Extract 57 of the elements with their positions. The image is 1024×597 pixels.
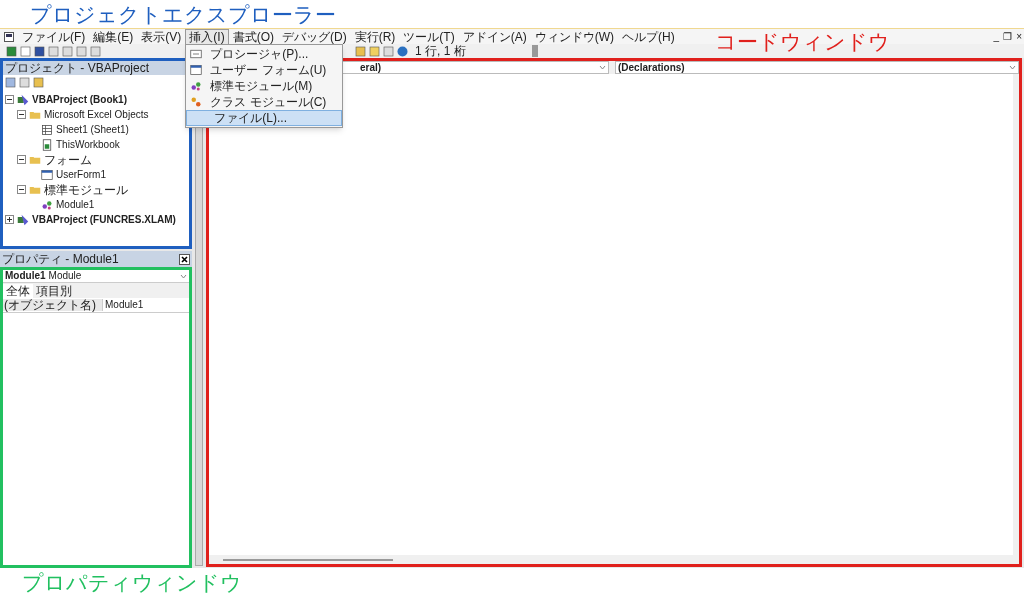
menu-item[interactable]: 書式(O) [228, 28, 278, 45]
window-control[interactable]: _ [991, 31, 1002, 42]
window-control[interactable]: × [1014, 31, 1024, 42]
property-value[interactable]: Module1 [103, 300, 144, 310]
close-icon[interactable] [179, 253, 190, 265]
procedure-dropdown[interactable]: (Declarations) [615, 61, 1019, 74]
module-icon [190, 79, 203, 92]
procedure-icon [190, 47, 203, 60]
menu-item[interactable]: ファイル(F) [18, 28, 90, 45]
class-icon [190, 95, 203, 108]
collapse-icon[interactable] [17, 185, 26, 194]
menu-option[interactable]: クラス モジュール(C) [186, 93, 343, 110]
horizontal-scrollbar[interactable] [209, 555, 1019, 564]
tree-item[interactable]: Module1 [56, 199, 95, 210]
properties-title: プロパティ - Module1 [2, 253, 119, 265]
menu-item[interactable]: ツール(T) [399, 28, 459, 45]
tree-item[interactable]: VBAProject (Book1) [32, 94, 127, 105]
object-name: Module1 [5, 271, 46, 281]
menu-item[interactable]: デバッグ(D) [278, 28, 351, 45]
menu-option[interactable]: ファイル(L)... [186, 109, 343, 126]
menu-item[interactable]: ヘルプ(H) [618, 28, 679, 45]
tree-item[interactable]: VBAProject (FUNCRES.XLAM) [32, 214, 176, 225]
object-type: Module [48, 271, 82, 281]
tree-item[interactable]: ThisWorkbook [56, 139, 120, 150]
property-name: (オブジェクト名) [3, 299, 103, 311]
menu-item[interactable]: 編集(E) [89, 28, 138, 45]
window-control[interactable]: ❐ [1001, 31, 1015, 42]
menu-item[interactable]: 実行(R) [350, 28, 400, 45]
workbook-icon [41, 138, 53, 151]
properties-tab[interactable]: 全体 [3, 284, 33, 298]
tree-item[interactable]: UserForm1 [56, 169, 106, 180]
annotation-label: プロパティウィンドウ [22, 572, 242, 593]
annotation-label: プロジェクトエクスプローラー [30, 3, 336, 25]
sheet-icon [41, 123, 53, 136]
dropdown-icon [1009, 65, 1016, 70]
menu-item[interactable]: 表示(V) [137, 28, 186, 45]
vertical-scrollbar[interactable] [1013, 74, 1019, 555]
tree-item[interactable]: フォーム [44, 153, 92, 166]
cursor-position: 1 行, 1 桁 [415, 45, 466, 57]
tree-item[interactable]: 標準モジュール [44, 183, 128, 196]
properties-tab[interactable]: 項目別 [33, 284, 75, 298]
collapse-icon[interactable] [17, 110, 26, 119]
tree-item[interactable]: Sheet1 (Sheet1) [56, 124, 129, 135]
scroll-thumb[interactable] [223, 558, 393, 561]
dropdown-icon [599, 65, 606, 70]
collapse-icon[interactable] [17, 155, 26, 164]
dropdown-icon [180, 273, 187, 279]
collapse-icon[interactable] [5, 95, 14, 104]
expand-icon[interactable] [5, 215, 14, 224]
menu-option[interactable]: プロシージャ(P)... [186, 45, 343, 62]
menu-item[interactable]: 挿入(I) [185, 28, 229, 45]
menu-option[interactable]: 標準モジュール(M) [186, 77, 343, 94]
menu-item[interactable]: アドイン(A) [458, 28, 531, 45]
module-icon [41, 198, 53, 211]
annotation-label: コードウィンドウ [715, 31, 890, 52]
tree-item[interactable]: Microsoft Excel Objects [44, 109, 149, 120]
menu-item[interactable]: ウィンドウ(W) [530, 28, 618, 45]
